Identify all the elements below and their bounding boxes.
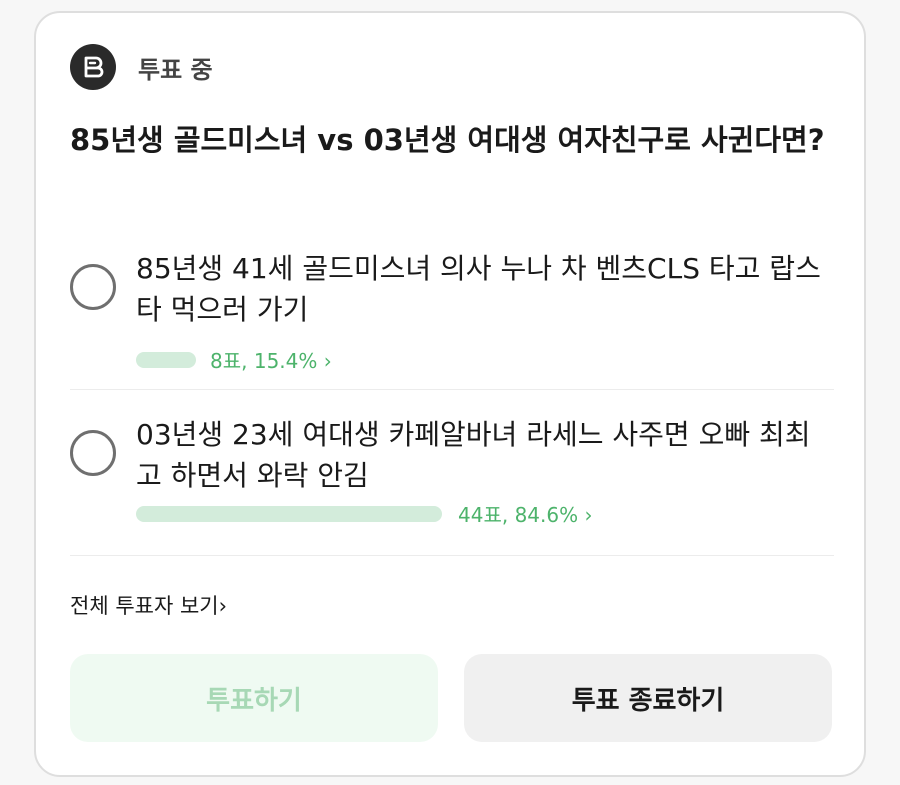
option-text: 03년생 23세 여대생 카페알바녀 라세느 사주면 오빠 최최고 하면서 와락… — [136, 418, 811, 492]
option-text: 85년생 41세 골드미스녀 의사 누나 차 벤츠CLS 타고 랍스타 먹으러 … — [136, 252, 821, 326]
view-all-voters-link[interactable]: 전체 투표자 보기› — [70, 590, 227, 620]
poll-badge-icon — [70, 44, 116, 90]
poll-status-label: 투표 중 — [138, 55, 213, 84]
option-result-link[interactable]: 8표, 15.4% › — [210, 345, 332, 374]
result-bar-fill — [136, 352, 196, 368]
poll-question: 85년생 골드미스녀 vs 03년생 여대생 여자친구로 사귄다면? — [70, 123, 825, 157]
radio-button[interactable] — [70, 430, 116, 476]
poll-header: 투표 중 — [70, 44, 213, 90]
divider — [70, 555, 834, 556]
radio-button[interactable] — [70, 264, 116, 310]
end-vote-button[interactable]: 투표 종료하기 — [464, 654, 832, 742]
divider — [70, 389, 834, 390]
result-bar — [136, 352, 196, 368]
vote-button[interactable]: 투표하기 — [70, 654, 438, 742]
result-bar — [136, 506, 442, 522]
poll-card: 투표 중 85년생 골드미스녀 vs 03년생 여대생 여자친구로 사귄다면? … — [34, 11, 866, 777]
option-result-link[interactable]: 44표, 84.6% › — [458, 499, 592, 528]
result-bar-fill — [136, 506, 442, 522]
